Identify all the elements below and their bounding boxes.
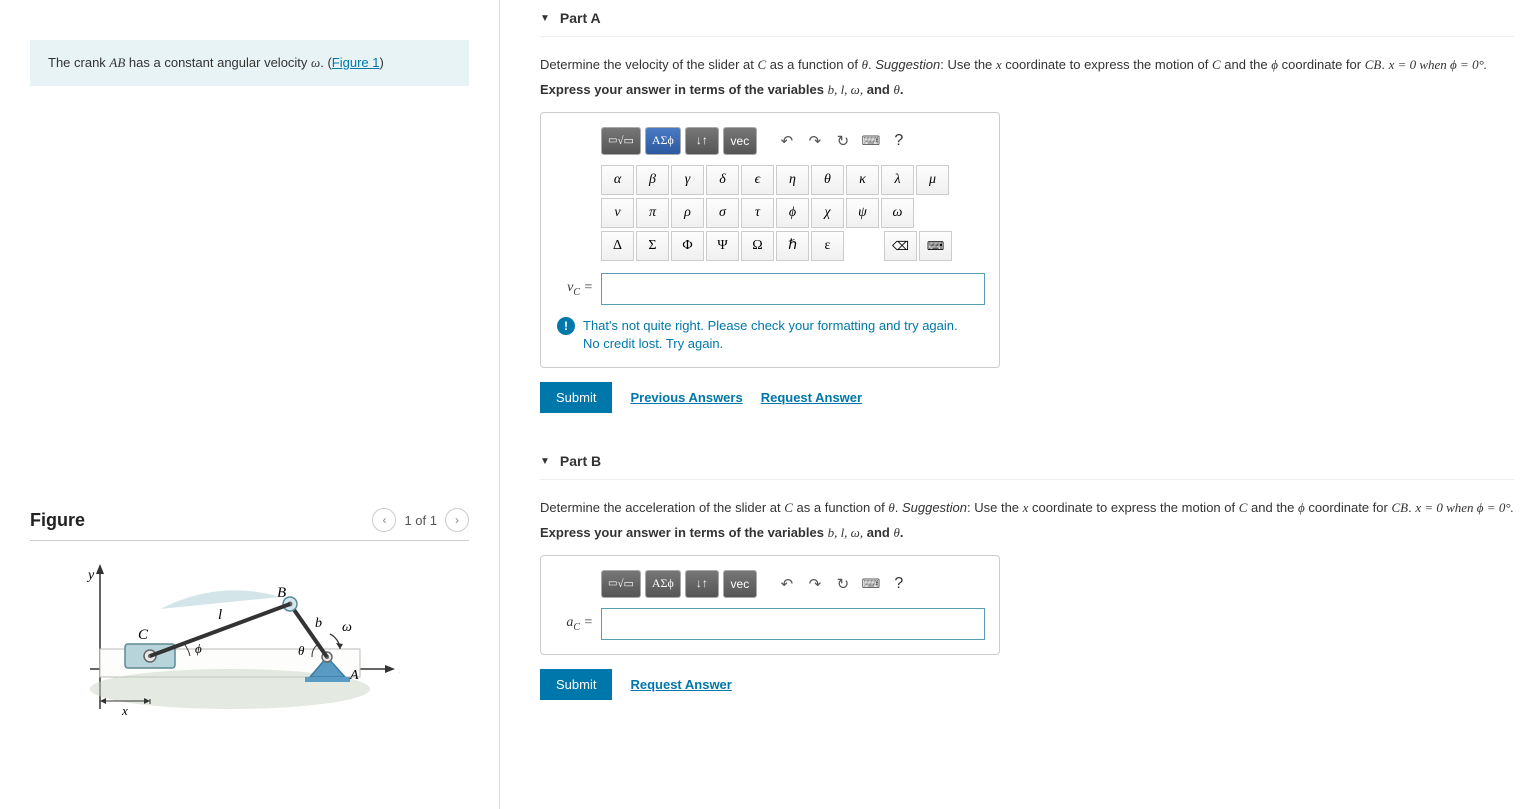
greek-α-button[interactable]: α [601, 165, 634, 195]
greek-ν-button[interactable]: ν [601, 198, 634, 228]
info-icon: ! [557, 317, 575, 335]
greek-panel: αβγδϵηθκλμ νπρστϕχψω ΔΣΦΨΩℏε ⌫⌨ [601, 165, 985, 261]
request-answer-link-b[interactable]: Request Answer [630, 677, 731, 692]
var-omega: ω [311, 55, 320, 70]
label-phi: ϕ [195, 641, 202, 656]
problem-statement: The crank AB has a constant angular velo… [30, 40, 469, 86]
figure-viewport[interactable]: y x C A [30, 549, 469, 809]
subscript-button[interactable]: ↓↑ [685, 127, 719, 155]
greek-ω-button[interactable]: ω [881, 198, 914, 228]
greek-θ-button[interactable]: θ [811, 165, 844, 195]
part-a-instruction: Express your answer in terms of the vari… [540, 82, 1514, 98]
greek-ℏ-button[interactable]: ℏ [776, 231, 809, 261]
part-b-question: Determine the acceleration of the slider… [540, 498, 1514, 519]
feedback-message: ! That's not quite right. Please check y… [555, 317, 985, 353]
greek-γ-button[interactable]: γ [671, 165, 704, 195]
greek-τ-button[interactable]: τ [741, 198, 774, 228]
part-b-answer-box: ▭√▭ ΑΣϕ ↓↑ vec ↶ ↷ ↻ ⌨ ? aC = [540, 555, 1000, 655]
help-icon[interactable]: ? [887, 127, 911, 155]
label-C: C [138, 627, 149, 643]
greek-δ-button[interactable]: δ [706, 165, 739, 195]
greek-χ-button[interactable]: χ [811, 198, 844, 228]
part-a-submit-button[interactable]: Submit [540, 382, 612, 413]
figure-pager: ‹ 1 of 1 › [372, 508, 469, 532]
help-icon[interactable]: ? [887, 570, 911, 598]
request-answer-link[interactable]: Request Answer [761, 390, 862, 405]
redo-icon[interactable]: ↷ [803, 127, 827, 155]
keyboard-icon[interactable]: ⌨ [859, 570, 883, 598]
greek-λ-button[interactable]: λ [881, 165, 914, 195]
pager-next-button[interactable]: › [445, 508, 469, 532]
part-b-header[interactable]: ▼ Part B [540, 443, 1514, 480]
greek-Σ-button[interactable]: Σ [636, 231, 669, 261]
greek-β-button[interactable]: β [636, 165, 669, 195]
greek-ψ-button[interactable]: ψ [846, 198, 879, 228]
part-a-title: Part A [560, 10, 601, 26]
part-a-answer-input[interactable] [601, 273, 985, 305]
undo-icon[interactable]: ↶ [775, 127, 799, 155]
part-a-header[interactable]: ▼ Part A [540, 0, 1514, 37]
greek-ρ-button[interactable]: ρ [671, 198, 704, 228]
part-b-instruction: Express your answer in terms of the vari… [540, 525, 1514, 541]
vc-label: vC = [555, 280, 593, 298]
caret-down-icon: ▼ [540, 456, 550, 467]
mechanism-diagram: y x C A [30, 549, 400, 749]
greek-button[interactable]: ΑΣϕ [645, 570, 681, 598]
vec-button[interactable]: vec [723, 570, 757, 598]
label-B: B [277, 585, 286, 601]
label-x-dim: x [121, 703, 128, 718]
equation-toolbar-b: ▭√▭ ΑΣϕ ↓↑ vec ↶ ↷ ↻ ⌨ ? [601, 570, 985, 598]
undo-icon[interactable]: ↶ [775, 570, 799, 598]
previous-answers-link[interactable]: Previous Answers [630, 390, 742, 405]
var-AB: AB [109, 55, 125, 70]
greek-ε-button[interactable]: ε [811, 231, 844, 261]
part-a-question: Determine the velocity of the slider at … [540, 55, 1514, 76]
label-omega: ω [342, 620, 352, 635]
greek-π-button[interactable]: π [636, 198, 669, 228]
keyboard-icon[interactable]: ⌨ [859, 127, 883, 155]
greek-Ψ-button[interactable]: Ψ [706, 231, 739, 261]
label-A: A [349, 668, 359, 683]
label-theta: θ [298, 643, 305, 658]
templates-button[interactable]: ▭√▭ [601, 570, 641, 598]
greek-κ-button[interactable]: κ [846, 165, 879, 195]
vec-button[interactable]: vec [723, 127, 757, 155]
greek-Δ-button[interactable]: Δ [601, 231, 634, 261]
part-b-answer-input[interactable] [601, 608, 985, 640]
figure-title: Figure [30, 510, 85, 531]
part-b-title: Part B [560, 453, 601, 469]
greek-ϵ-button[interactable]: ϵ [741, 165, 774, 195]
pager-prev-button[interactable]: ‹ [372, 508, 396, 532]
greek-ϕ-button[interactable]: ϕ [776, 198, 809, 228]
ac-label: aC = [555, 615, 593, 633]
reset-icon[interactable]: ↻ [831, 127, 855, 155]
greek-σ-button[interactable]: σ [706, 198, 739, 228]
subscript-button[interactable]: ↓↑ [685, 570, 719, 598]
figure-link[interactable]: Figure 1 [332, 55, 380, 70]
label-l: l [218, 607, 222, 623]
greek-Ω-button[interactable]: Ω [741, 231, 774, 261]
label-b: b [315, 616, 322, 631]
greek-η-button[interactable]: η [776, 165, 809, 195]
redo-icon[interactable]: ↷ [803, 570, 827, 598]
part-a-answer-box: ▭√▭ ΑΣϕ ↓↑ vec ↶ ↷ ↻ ⌨ ? αβγδϵηθκλμ νπρσ… [540, 112, 1000, 368]
pager-text: 1 of 1 [404, 513, 437, 528]
equation-toolbar: ▭√▭ ΑΣϕ ↓↑ vec ↶ ↷ ↻ ⌨ ? [601, 127, 985, 155]
greek-button[interactable]: ΑΣϕ [645, 127, 681, 155]
templates-button[interactable]: ▭√▭ [601, 127, 641, 155]
y-axis-label: y [86, 568, 95, 583]
reset-icon[interactable]: ↻ [831, 570, 855, 598]
problem-text: The crank [48, 55, 109, 70]
part-b-submit-button[interactable]: Submit [540, 669, 612, 700]
keyboard-toggle-button[interactable]: ⌨ [919, 231, 952, 261]
x-axis-label: x [399, 662, 400, 677]
backspace-button[interactable]: ⌫ [884, 231, 917, 261]
caret-down-icon: ▼ [540, 13, 550, 24]
greek-Φ-button[interactable]: Φ [671, 231, 704, 261]
greek-μ-button[interactable]: μ [916, 165, 949, 195]
